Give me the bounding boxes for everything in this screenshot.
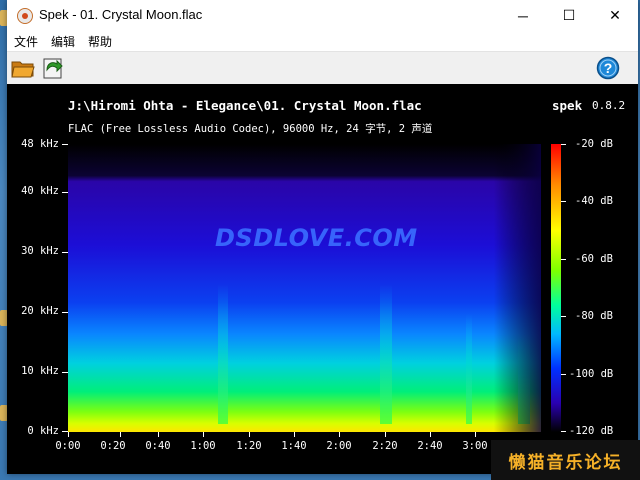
db-tick <box>561 259 566 260</box>
time-tick <box>203 432 204 437</box>
freq-label: 48 kHz <box>21 138 59 150</box>
db-label: -40 dB <box>575 195 613 207</box>
db-tick <box>561 374 566 375</box>
time-label: 0:40 <box>145 440 171 452</box>
time-tick <box>294 432 295 437</box>
menu-bar: 文件 编辑 帮助 <box>7 31 638 52</box>
db-label: -60 dB <box>575 253 613 265</box>
db-label: -20 dB <box>575 138 613 150</box>
menu-edit[interactable]: 编辑 <box>44 31 81 50</box>
freq-label: 20 kHz <box>21 305 59 317</box>
time-tick <box>158 432 159 437</box>
open-button[interactable] <box>11 56 35 80</box>
folder-open-icon <box>11 61 35 78</box>
time-tick <box>249 432 250 437</box>
time-tick <box>430 432 431 437</box>
spectrogram-plot[interactable] <box>68 144 541 432</box>
help-icon: ? <box>596 56 620 80</box>
watermark-text: DSDLOVE.COM <box>215 224 418 252</box>
maximize-button[interactable]: ☐ <box>546 0 592 31</box>
db-color-scale <box>551 144 561 432</box>
time-label: 0:00 <box>55 440 81 452</box>
window-title: Spek - 01. Crystal Moon.flac <box>39 7 203 22</box>
db-tick <box>561 431 566 432</box>
db-tick <box>561 201 566 202</box>
app-name: spek <box>552 98 583 113</box>
spectrogram-image <box>68 144 541 432</box>
freq-label: 30 kHz <box>21 245 59 257</box>
forum-banner: 懒猫音乐论坛 <box>491 440 640 480</box>
time-tick <box>385 432 386 437</box>
toolbar: ? <box>7 52 638 84</box>
time-label: 2:40 <box>417 440 443 452</box>
title-bar[interactable]: Spek - 01. Crystal Moon.flac ─ ☐ ✕ <box>7 0 638 31</box>
minimize-button[interactable]: ─ <box>500 0 546 31</box>
help-glyph: ? <box>604 60 613 76</box>
time-label: 2:00 <box>326 440 352 452</box>
db-label: -80 dB <box>575 310 613 322</box>
app-version: 0.8.2 <box>592 99 626 112</box>
help-button[interactable]: ? <box>596 56 620 80</box>
freq-label: 0 kHz <box>27 425 59 437</box>
time-label: 2:20 <box>372 440 398 452</box>
time-label: 1:00 <box>190 440 216 452</box>
time-label: 1:40 <box>281 440 307 452</box>
db-label: -120 dB <box>569 425 614 437</box>
time-tick <box>68 432 69 437</box>
file-path: J:\Hiromi Ohta - Elegance\01. Crystal Mo… <box>68 98 422 113</box>
db-tick <box>561 316 566 317</box>
spek-app-icon <box>17 8 33 24</box>
time-tick <box>339 432 340 437</box>
menu-help[interactable]: 帮助 <box>81 31 118 50</box>
close-button[interactable]: ✕ <box>592 0 638 31</box>
save-export-icon <box>43 58 63 79</box>
db-tick <box>561 144 566 145</box>
spek-window: Spek - 01. Crystal Moon.flac ─ ☐ ✕ 文件 编辑帮… <box>7 0 638 474</box>
menu-file[interactable]: 文件 <box>7 31 44 50</box>
time-label: 1:20 <box>236 440 262 452</box>
db-label: -100 dB <box>569 368 614 380</box>
save-button[interactable] <box>41 56 65 80</box>
time-label: 3:00 <box>462 440 488 452</box>
freq-label: 10 kHz <box>21 365 59 377</box>
time-tick <box>475 432 476 437</box>
time-label: 0:20 <box>100 440 126 452</box>
spectrogram-canvas[interactable]: J:\Hiromi Ohta - Elegance\01. Crystal Mo… <box>7 84 638 474</box>
time-tick <box>120 432 121 437</box>
audio-info: FLAC (Free Lossless Audio Codec), 96000 … <box>68 123 433 135</box>
freq-label: 40 kHz <box>21 185 59 197</box>
